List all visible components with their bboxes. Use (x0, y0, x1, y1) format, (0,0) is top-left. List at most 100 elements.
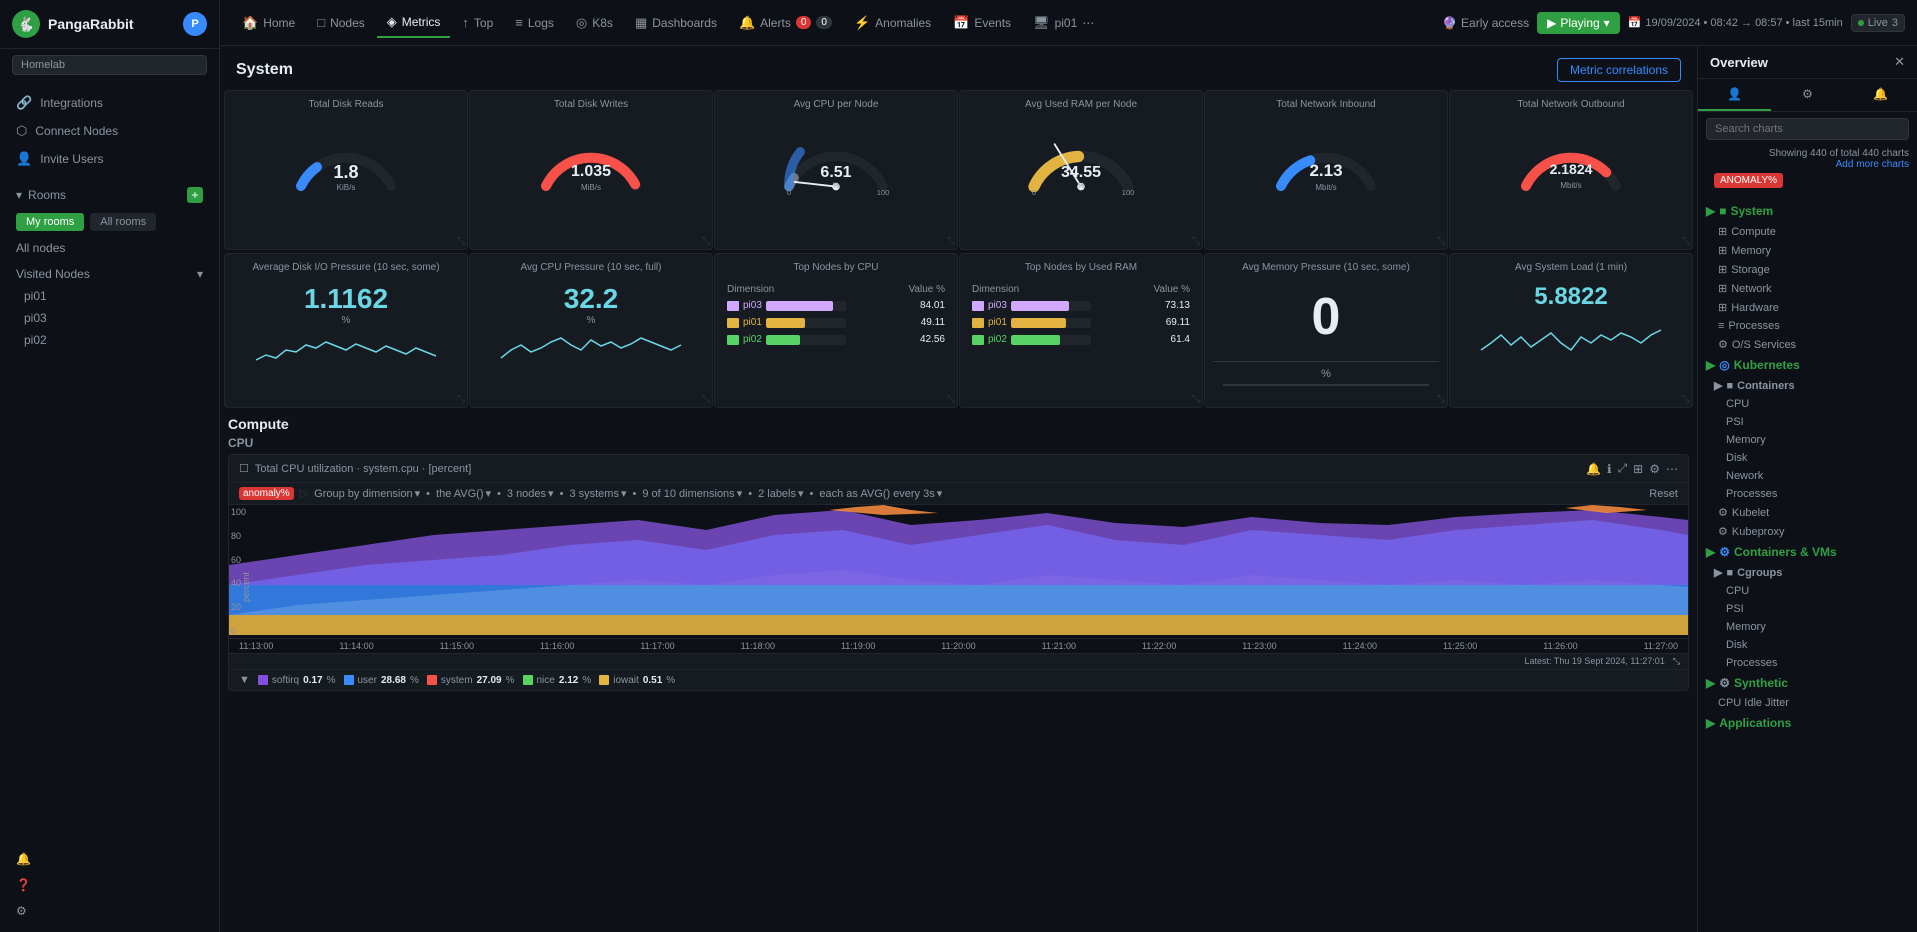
tree-k8s-cpu[interactable]: CPU (1698, 395, 1917, 413)
tree-containers-vms-header[interactable]: ▶ ⚙ Containers & VMs (1698, 541, 1917, 563)
close-panel-icon[interactable]: ✕ (1894, 54, 1905, 70)
app-logo[interactable]: 🐇 (12, 10, 40, 38)
more-icon[interactable]: ⋯ (1666, 462, 1678, 476)
nav-k8s[interactable]: ◎ K8s (566, 9, 623, 37)
resize-handle[interactable]: ⤡ (1437, 394, 1445, 405)
nav-top[interactable]: ↑ Top (452, 9, 503, 36)
resize-handle[interactable]: ⤡ (702, 236, 710, 247)
sidebar-item-settings[interactable]: ⚙ (0, 898, 219, 924)
tree-cg-cpu[interactable]: CPU (1698, 582, 1917, 600)
resize-handle[interactable]: ⤡ (947, 394, 955, 405)
calendar-icon: 📅 (1628, 16, 1642, 29)
resize-handle[interactable]: ⤡ (947, 236, 955, 247)
tree-cgroups-header[interactable]: ▶ ■ Cgroups (1698, 563, 1917, 582)
live-badge[interactable]: Live 3 (1851, 14, 1905, 32)
tree-cg-processes[interactable]: Processes (1698, 654, 1917, 672)
nav-events[interactable]: 📅 Events (943, 9, 1021, 37)
tree-cg-memory[interactable]: Memory (1698, 618, 1917, 636)
tree-k8s-processes[interactable]: Processes (1698, 485, 1917, 503)
resize-handle[interactable]: ⤡ (1682, 236, 1690, 247)
nav-alerts[interactable]: 🔔 Alerts 0 0 (729, 9, 842, 37)
dimensions-dropdown[interactable]: 9 of 10 dimensions ▾ (642, 487, 742, 500)
nav-metrics[interactable]: ◈ Metrics (377, 8, 451, 38)
chart-resize[interactable]: ⤡ (1673, 656, 1680, 667)
user-avatar[interactable]: P (183, 12, 207, 36)
interval-dropdown[interactable]: each as AVG() every 3s ▾ (819, 487, 942, 500)
tree-item-processes[interactable]: ≡ Processes (1698, 317, 1917, 335)
iowait-value: 0.51 (643, 675, 662, 686)
tree-item-memory[interactable]: ⊞ Memory (1698, 241, 1917, 260)
group-by-dropdown[interactable]: Group by dimension ▾ (314, 487, 420, 500)
tree-item-kubeproxy[interactable]: ⚙ Kubeproxy (1698, 522, 1917, 541)
nav-anomalies[interactable]: ⚡ Anomalies (844, 9, 941, 37)
tab-charts[interactable]: 👤 (1698, 79, 1771, 111)
workspace-badge[interactable]: Homelab (12, 55, 207, 75)
legend-down-arrow[interactable]: ▼ (239, 674, 250, 686)
tree-synthetic-header[interactable]: ▶ ⚙ Synthetic (1698, 672, 1917, 694)
resize-handle[interactable]: ⤡ (1682, 394, 1690, 405)
anomaly-filter-button[interactable]: ANOMALY% (1714, 173, 1783, 188)
metric-correlations-button[interactable]: Metric correlations (1557, 58, 1681, 82)
tree-cg-psi[interactable]: PSI (1698, 600, 1917, 618)
tree-k8s-memory[interactable]: Memory (1698, 431, 1917, 449)
tree-item-hardware[interactable]: ⊞ Hardware (1698, 298, 1917, 317)
all-rooms-button[interactable]: All rooms (90, 213, 156, 231)
time-range[interactable]: 📅 19/09/2024 • 08:42 → 08:57 • last 15mi… (1628, 16, 1843, 29)
sidebar-item-notifications[interactable]: 🔔 (0, 846, 219, 872)
tree-item-storage[interactable]: ⊞ Storage (1698, 260, 1917, 279)
avg-dropdown[interactable]: the AVG() ▾ (436, 487, 491, 500)
add-room-button[interactable]: + (187, 187, 203, 203)
early-access[interactable]: 🔮 Early access (1442, 16, 1529, 30)
tree-k8s-nework[interactable]: Nework (1698, 467, 1917, 485)
all-nodes-label[interactable]: All nodes (0, 235, 219, 261)
add-more-charts-link[interactable]: Add more charts (1836, 159, 1909, 170)
nav-nodes[interactable]: □ Nodes (307, 9, 375, 36)
node-item-pi02[interactable]: pi02 (0, 329, 219, 351)
systems-dropdown[interactable]: 3 systems ▾ (569, 487, 626, 500)
play-button[interactable]: ▶ Playing ▾ (1537, 12, 1620, 34)
nav-dashboards[interactable]: ▦ Dashboards (625, 9, 727, 37)
tree-item-cpu-idle-jitter[interactable]: CPU Idle Jitter (1698, 694, 1917, 712)
tab-notifications[interactable]: 🔔 (1844, 79, 1917, 111)
tree-applications-header[interactable]: ▶ Applications (1698, 712, 1917, 734)
tree-item-os-services[interactable]: ⚙ O/S Services (1698, 335, 1917, 354)
tree-system-header[interactable]: ▶ ■ System (1698, 200, 1917, 222)
nav-logs[interactable]: ≡ Logs (505, 9, 564, 36)
resize-handle[interactable]: ⤡ (457, 394, 465, 405)
svg-text:Mbit/s: Mbit/s (1315, 183, 1336, 192)
node-item-pi01[interactable]: pi01 (0, 285, 219, 307)
tree-cg-disk[interactable]: Disk (1698, 636, 1917, 654)
sidebar-item-integrations[interactable]: 🔗 Integrations (0, 89, 219, 117)
grid-icon[interactable]: ⊞ (1633, 462, 1643, 476)
labels-dropdown[interactable]: 2 labels ▾ (758, 487, 803, 500)
tab-filter[interactable]: ⚙ (1771, 79, 1844, 111)
sidebar-item-connect-nodes[interactable]: ⬡ Connect Nodes (0, 117, 219, 145)
tree-item-kubelet[interactable]: ⚙ Kubelet (1698, 503, 1917, 522)
resize-handle[interactable]: ⤡ (1192, 394, 1200, 405)
info-icon[interactable]: ℹ (1607, 462, 1612, 476)
tree-k8s-psi[interactable]: PSI (1698, 413, 1917, 431)
tree-item-compute[interactable]: ⊞ Compute (1698, 222, 1917, 241)
tree-containers-header[interactable]: ▶ ■ Containers (1698, 376, 1917, 395)
nav-pi01[interactable]: 🖥 pi01 ⋯ (1023, 9, 1104, 37)
gauge-disk-writes: Total Disk Writes 1.035 MiB/s ⤡ (469, 90, 713, 250)
alarm-icon[interactable]: 🔔 (1586, 462, 1601, 476)
resize-handle[interactable]: ⤡ (1192, 236, 1200, 247)
nodes-dropdown[interactable]: 3 nodes ▾ (507, 487, 554, 500)
resize-handle[interactable]: ⤡ (457, 236, 465, 247)
tree-item-network[interactable]: ⊞ Network (1698, 279, 1917, 298)
node-item-pi03[interactable]: pi03 (0, 307, 219, 329)
resize-handle[interactable]: ⤡ (702, 394, 710, 405)
top-cpu-row2: pi01 (725, 315, 848, 330)
sidebar-item-help[interactable]: ❓ (0, 872, 219, 898)
nav-home[interactable]: 🏠 Home (232, 9, 305, 37)
settings-icon[interactable]: ⚙ (1649, 462, 1660, 476)
tree-k8s-disk[interactable]: Disk (1698, 449, 1917, 467)
tree-kubernetes-header[interactable]: ▶ ◎ Kubernetes (1698, 354, 1917, 376)
resize-handle[interactable]: ⤡ (1437, 236, 1445, 247)
expand-icon[interactable]: ⤢ (1618, 461, 1628, 476)
search-charts-input[interactable] (1706, 118, 1909, 140)
reset-button[interactable]: Reset (1649, 488, 1678, 500)
my-rooms-button[interactable]: My rooms (16, 213, 84, 231)
sidebar-item-invite-users[interactable]: 👤 Invite Users (0, 145, 219, 173)
